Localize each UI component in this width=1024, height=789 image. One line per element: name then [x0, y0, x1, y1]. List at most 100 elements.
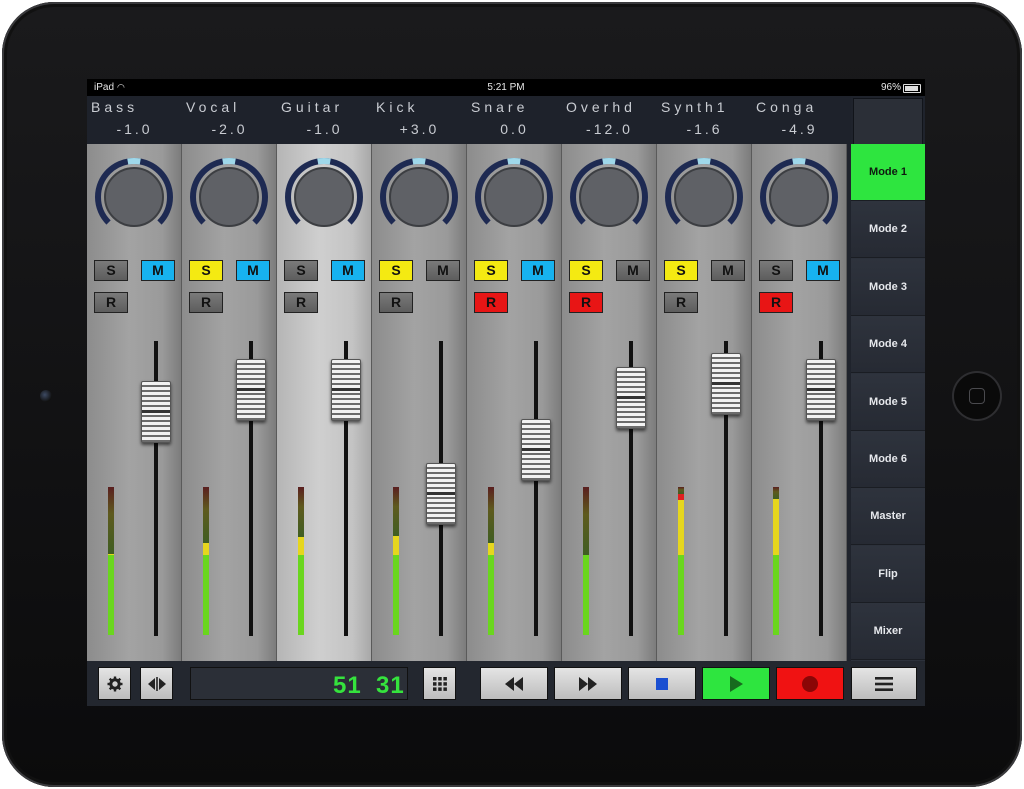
channel-strip[interactable]: SMR: [752, 144, 847, 661]
channel-name: Kick: [376, 99, 419, 115]
channel-header-5[interactable]: Overhd -12.0: [562, 96, 657, 144]
mode-button-mode-6[interactable]: Mode 6: [851, 431, 925, 488]
volume-fader[interactable]: [521, 419, 551, 481]
channel-header-1[interactable]: Vocal -2.0: [182, 96, 277, 144]
mode-button-mode-5[interactable]: Mode 5: [851, 373, 925, 431]
solo-button[interactable]: S: [759, 260, 793, 281]
volume-fader[interactable]: [806, 359, 836, 421]
channel-value: -1.0: [306, 121, 343, 137]
rewind-button[interactable]: [480, 667, 548, 700]
mute-button[interactable]: M: [806, 260, 840, 281]
bank-swap-button[interactable]: [140, 667, 173, 700]
menu-button[interactable]: [851, 667, 917, 700]
channel-name: Overhd: [566, 99, 636, 115]
battery-percent: 96%: [880, 82, 901, 93]
level-meter: [678, 487, 684, 635]
mode-column: Mode 1 Mode 2 Mode 3 Mode 4 Mode 5 Mode 6 Mast…: [851, 144, 925, 661]
level-meter: [583, 487, 589, 635]
channel-header-0[interactable]: Bass -1.0: [87, 96, 182, 144]
channel-strip[interactable]: SMR: [372, 144, 467, 661]
channel-strip[interactable]: SMR: [182, 144, 277, 661]
channel-header-6[interactable]: Synth1 -1.6: [657, 96, 752, 144]
solo-button[interactable]: S: [189, 260, 223, 281]
solo-button[interactable]: S: [569, 260, 603, 281]
record-button[interactable]: [776, 667, 844, 700]
volume-fader[interactable]: [331, 359, 361, 421]
pan-knob[interactable]: [473, 156, 555, 238]
mute-button[interactable]: M: [331, 260, 365, 281]
menu-icon: [875, 676, 893, 691]
position-counter: 51 31: [190, 667, 408, 700]
record-arm-button[interactable]: R: [664, 292, 698, 313]
volume-fader[interactable]: [616, 367, 646, 429]
level-meter: [203, 487, 209, 635]
solo-button[interactable]: S: [284, 260, 318, 281]
mode-button-mode-2[interactable]: Mode 2: [851, 201, 925, 259]
volume-fader[interactable]: [141, 381, 171, 443]
camera-icon: [40, 390, 52, 402]
channel-strip[interactable]: SMR: [467, 144, 562, 661]
record-arm-button[interactable]: R: [94, 292, 128, 313]
swap-arrows-icon: [147, 676, 166, 691]
record-arm-button[interactable]: R: [189, 292, 223, 313]
record-icon: [802, 675, 818, 692]
mute-button[interactable]: M: [521, 260, 555, 281]
fast-forward-icon: [579, 676, 597, 691]
settings-button[interactable]: [98, 667, 131, 700]
record-arm-button[interactable]: R: [379, 292, 413, 313]
channel-value: -1.0: [116, 121, 153, 137]
fast-forward-button[interactable]: [554, 667, 622, 700]
channel-header-2[interactable]: Guitar -1.0: [277, 96, 372, 144]
pan-knob[interactable]: [378, 156, 460, 238]
transport-bar: 51 31: [87, 661, 925, 706]
solo-button[interactable]: S: [474, 260, 508, 281]
channel-header-7[interactable]: Conga -4.9: [752, 96, 847, 144]
mode-button-flip[interactable]: Flip: [851, 545, 925, 603]
pan-knob[interactable]: [283, 156, 365, 238]
pan-knob[interactable]: [663, 156, 745, 238]
channel-strip[interactable]: SMR: [562, 144, 657, 661]
pan-knob[interactable]: [93, 156, 175, 238]
level-meter: [298, 487, 304, 635]
record-arm-button[interactable]: R: [759, 292, 793, 313]
stop-button[interactable]: [628, 667, 696, 700]
mute-button[interactable]: M: [616, 260, 650, 281]
home-button[interactable]: [954, 373, 1000, 419]
mute-button[interactable]: M: [141, 260, 175, 281]
mode-button-mode-3[interactable]: Mode 3: [851, 258, 925, 316]
status-bar: iPad ◠ 5:21 PM 96%: [87, 79, 925, 96]
fader-track: [534, 341, 538, 636]
pan-knob[interactable]: [568, 156, 650, 238]
record-arm-button[interactable]: R: [569, 292, 603, 313]
volume-fader[interactable]: [426, 463, 456, 525]
display-box: [853, 98, 923, 145]
solo-button[interactable]: S: [379, 260, 413, 281]
mode-button-master[interactable]: Master: [851, 488, 925, 546]
pan-knob[interactable]: [758, 156, 840, 238]
solo-button[interactable]: S: [664, 260, 698, 281]
pan-knob[interactable]: [188, 156, 270, 238]
channel-value: -1.6: [686, 121, 723, 137]
mute-button[interactable]: M: [426, 260, 460, 281]
solo-button[interactable]: S: [94, 260, 128, 281]
channel-name: Conga: [756, 99, 818, 115]
record-arm-button[interactable]: R: [284, 292, 318, 313]
channel-header-4[interactable]: Snare 0.0: [467, 96, 562, 144]
volume-fader[interactable]: [711, 353, 741, 415]
volume-fader[interactable]: [236, 359, 266, 421]
grid-button[interactable]: [423, 667, 456, 700]
rewind-icon: [505, 676, 523, 691]
channel-header-3[interactable]: Kick +3.0: [372, 96, 467, 144]
play-button[interactable]: [702, 667, 770, 700]
mode-button-mode-4[interactable]: Mode 4: [851, 316, 925, 374]
channel-value: -2.0: [211, 121, 248, 137]
channel-strip[interactable]: SMR: [277, 144, 372, 661]
channel-strip[interactable]: SMR: [87, 144, 182, 661]
channel-value: -12.0: [586, 121, 633, 137]
mode-button-mixer[interactable]: Mixer: [851, 603, 925, 661]
record-arm-button[interactable]: R: [474, 292, 508, 313]
mode-button-mode-1[interactable]: Mode 1: [851, 144, 925, 201]
channel-strip[interactable]: SMR: [657, 144, 752, 661]
mute-button[interactable]: M: [236, 260, 270, 281]
mute-button[interactable]: M: [711, 260, 745, 281]
